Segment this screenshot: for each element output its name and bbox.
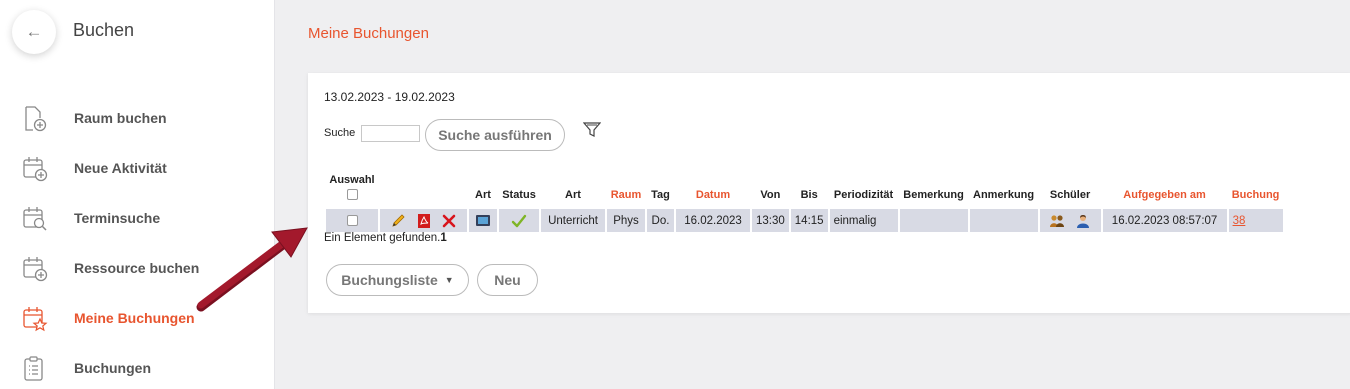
col-von: Von bbox=[760, 189, 781, 201]
cell-art-icon bbox=[469, 209, 497, 232]
col-raum[interactable]: Raum bbox=[607, 173, 645, 207]
sidebar-item-label: Meine Buchungen bbox=[74, 310, 195, 326]
col-auswahl: Auswahl bbox=[326, 173, 378, 207]
col-auswahl-label: Auswahl bbox=[329, 174, 375, 186]
col-art: Art bbox=[565, 189, 581, 201]
col-aufgegeben[interactable]: Aufgegeben am bbox=[1103, 173, 1227, 207]
sidebar-item-label: Neue Aktivität bbox=[74, 160, 167, 176]
cell-buchung: 38 bbox=[1228, 209, 1283, 232]
booking-number-link[interactable]: 38 bbox=[1233, 215, 1246, 227]
calendar-plus-icon bbox=[23, 157, 48, 182]
result-count-number: 1 bbox=[440, 232, 447, 244]
table-header-row: Auswahl Art Status Art Raum Tag Datum Vo… bbox=[326, 173, 1283, 207]
cell-aufgegeben: 16.02.2023 08:57:07 bbox=[1102, 209, 1227, 232]
col-periodizitaet: Periodizität bbox=[833, 189, 894, 201]
search-label: Suche bbox=[324, 127, 356, 139]
booking-list-dropdown[interactable]: Buchungsliste ▼ bbox=[326, 264, 469, 296]
sidebar-item-meine-buchungen[interactable]: Meine Buchungen bbox=[0, 298, 274, 338]
new-button[interactable]: Neu bbox=[477, 264, 538, 296]
cell-raum: Phys bbox=[607, 209, 645, 232]
col-bemerkung: Bemerkung bbox=[903, 189, 964, 201]
col-status: Status bbox=[502, 189, 536, 201]
sidebar-item-buchungen[interactable]: Buchungen bbox=[0, 348, 274, 388]
checkmark-icon bbox=[511, 214, 527, 227]
result-count-text: Ein Element gefunden. bbox=[324, 232, 441, 244]
calendar-search-icon bbox=[23, 207, 47, 231]
calendar-plus-icon bbox=[23, 257, 48, 282]
page-title: Meine Buchungen bbox=[308, 25, 429, 42]
col-actions bbox=[380, 173, 467, 207]
col-anmerkung: Anmerkung bbox=[973, 189, 1035, 201]
cell-tag: Do. bbox=[647, 209, 674, 232]
bookings-card: 13.02.2023 - 19.02.2023 Suche Suche ausf… bbox=[308, 73, 1350, 313]
sidebar-item-terminsuche[interactable]: Terminsuche bbox=[0, 198, 274, 238]
cell-von: 13:30 bbox=[752, 209, 789, 232]
row-checkbox[interactable] bbox=[346, 214, 358, 226]
sidebar-item-raum-buchen[interactable]: Raum buchen bbox=[0, 98, 274, 138]
clipboard-list-icon bbox=[24, 356, 43, 381]
sidebar-item-label: Terminsuche bbox=[74, 210, 161, 226]
bookings-table: Auswahl Art Status Art Raum Tag Datum Vo… bbox=[324, 171, 1285, 234]
search-input[interactable] bbox=[361, 125, 420, 142]
cell-art: Unterricht bbox=[541, 209, 605, 232]
select-all-checkbox[interactable] bbox=[346, 188, 358, 200]
table-row: Unterricht Phys Do. 16.02.2023 13:30 14:… bbox=[326, 209, 1283, 232]
sidebar-item-label: Raum buchen bbox=[74, 110, 167, 126]
monitor-icon bbox=[476, 214, 490, 226]
col-art-icon: Art bbox=[475, 189, 491, 201]
cell-schueler bbox=[1039, 209, 1101, 232]
cell-anmerkung bbox=[969, 209, 1038, 232]
col-datum[interactable]: Datum bbox=[676, 173, 750, 207]
col-tag: Tag bbox=[651, 189, 670, 201]
pdf-icon[interactable] bbox=[416, 213, 432, 229]
cell-bemerkung bbox=[899, 209, 968, 232]
filter-icon[interactable] bbox=[583, 122, 601, 138]
col-schueler: Schüler bbox=[1049, 189, 1091, 201]
cell-periodizitaet: einmalig bbox=[829, 209, 898, 232]
calendar-star-icon bbox=[23, 307, 48, 332]
booking-list-label: Buchungsliste bbox=[341, 272, 438, 288]
cell-datum: 16.02.2023 bbox=[676, 209, 750, 232]
person-icon[interactable] bbox=[1075, 213, 1091, 229]
col-bis: Bis bbox=[800, 189, 818, 201]
pencil-edit-icon[interactable] bbox=[390, 213, 406, 229]
delete-x-icon[interactable] bbox=[441, 213, 457, 229]
file-plus-icon bbox=[25, 106, 47, 132]
group-icon[interactable] bbox=[1049, 213, 1065, 229]
cell-bis: 14:15 bbox=[790, 209, 828, 232]
arrow-left-icon: ← bbox=[25, 22, 43, 41]
sidebar-item-label: Buchungen bbox=[74, 360, 151, 376]
caret-down-icon: ▼ bbox=[444, 275, 454, 285]
cell-actions bbox=[380, 209, 467, 232]
search-button[interactable]: Suche ausführen bbox=[425, 119, 565, 151]
sidebar-item-ressource-buchen[interactable]: Ressource buchen bbox=[0, 248, 274, 288]
sidebar: ← Buchen Raum buchen Neue Aktivität Term… bbox=[0, 0, 275, 389]
back-button[interactable]: ← bbox=[12, 10, 56, 54]
result-count: Ein Element gefunden.1 bbox=[324, 232, 447, 244]
date-range: 13.02.2023 - 19.02.2023 bbox=[324, 90, 455, 104]
cell-select bbox=[326, 209, 378, 232]
sidebar-item-neue-aktivitaet[interactable]: Neue Aktivität bbox=[0, 148, 274, 188]
sidebar-item-label: Ressource buchen bbox=[74, 260, 200, 276]
col-buchung[interactable]: Buchung bbox=[1229, 173, 1283, 207]
sidebar-title: Buchen bbox=[73, 20, 135, 40]
cell-status bbox=[499, 209, 539, 232]
